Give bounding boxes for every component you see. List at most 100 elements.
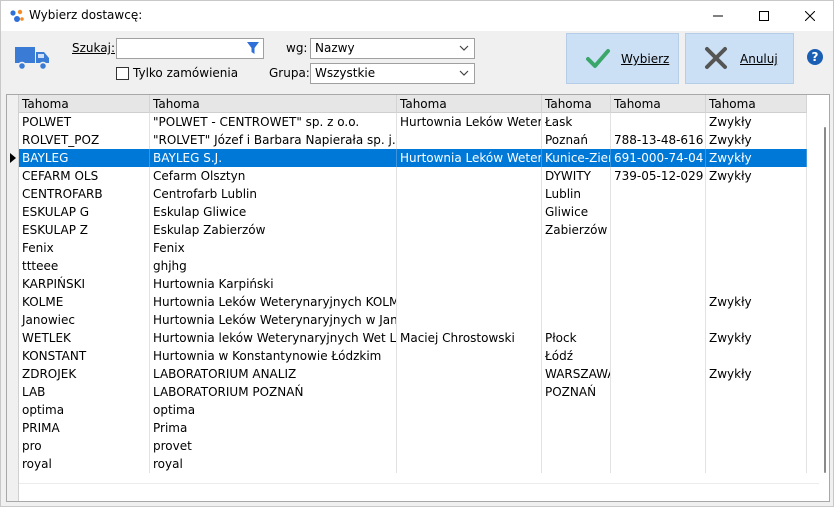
table-cell: Hurtownia Leków Weterynaryjnych KOLME [150, 293, 397, 311]
table-row[interactable]: KOLME Hurtownia Leków Weterynaryjnych KOL… [19, 293, 807, 311]
table-cell: KARPIŃSKI [19, 275, 150, 293]
by-label: wg: [286, 41, 308, 55]
table-row[interactable]: KARPIŃSKI Hurtownia Karpiński [19, 275, 807, 293]
column-header[interactable]: Tahoma [19, 95, 150, 113]
sort-by-select[interactable]: Nazwy [310, 38, 475, 59]
minimize-button[interactable] [695, 1, 741, 31]
table-cell [397, 365, 542, 383]
table-row[interactable]: ttteee ghjhg [19, 257, 807, 275]
table-row[interactable]: Janowiec Hurtownia Leków Weterynaryjnych … [19, 311, 807, 329]
table-row[interactable]: POLWET "POLWET - CENTROWET" sp. z o.o. Hur… [19, 113, 807, 131]
table-cell: CENTROFARB [19, 185, 150, 203]
table-cell [542, 257, 611, 275]
table-cell: Hurtownia Leków Weterynaryjnych w Janowc… [150, 311, 397, 329]
cancel-button[interactable]: Anuluj [685, 33, 794, 84]
table-cell [706, 383, 807, 401]
table-cell: Zwykły [706, 167, 807, 185]
vertical-scrollbar[interactable] [819, 113, 829, 483]
only-orders-checkbox[interactable] [116, 67, 129, 80]
table-cell [611, 185, 706, 203]
table-cell: POLWET [19, 113, 150, 131]
table-cell: ghjhg [150, 257, 397, 275]
table-cell [611, 365, 706, 383]
column-header[interactable]: Tahoma [706, 95, 807, 113]
table-cell: Gliwice [542, 203, 611, 221]
table-cell: royal [19, 455, 150, 473]
cancel-button-label: Anuluj [740, 52, 778, 66]
table-cell [397, 185, 542, 203]
table-cell: Fenix [150, 239, 397, 257]
table-cell [542, 455, 611, 473]
table-row[interactable]: ESKULAP G Eskulap Gliwice Gliwice [19, 203, 807, 221]
table-cell [397, 311, 542, 329]
table-row[interactable]: pro provet [19, 437, 807, 455]
table-cell: Maciej Chrostowski [397, 329, 542, 347]
table-row[interactable]: optima optima [19, 401, 807, 419]
table-cell [706, 275, 807, 293]
table-cell: Lublin [542, 185, 611, 203]
column-header[interactable]: Tahoma [150, 95, 397, 113]
group-select[interactable]: Wszystkie [310, 63, 475, 84]
table-row[interactable]: royal royal [19, 455, 807, 473]
maximize-icon [759, 11, 769, 21]
table-cell [706, 221, 807, 239]
table-cell: BAYLEG [19, 149, 150, 167]
table-cell [542, 419, 611, 437]
table-row[interactable]: PRIMA Prima [19, 419, 807, 437]
table-cell [397, 383, 542, 401]
scrollbar-thumb[interactable] [824, 127, 826, 473]
table-cell [706, 347, 807, 365]
table-cell [611, 203, 706, 221]
table-cell: LABORATORIUM ANALIZ [150, 365, 397, 383]
sort-by-value: Nazwy [315, 41, 355, 55]
table-cell [611, 383, 706, 401]
supplier-grid[interactable]: Tahoma Tahoma Tahoma Tahoma Tahoma Tahom… [6, 94, 830, 502]
table-cell: Hurtownia w Konstantynowie Łódzkim [150, 347, 397, 365]
table-cell: WETLEK [19, 329, 150, 347]
table-cell: KONSTANT [19, 347, 150, 365]
grid-header: Tahoma Tahoma Tahoma Tahoma Tahoma Tahom… [19, 95, 807, 113]
table-cell: 739-05-12-029 [611, 167, 706, 185]
table-row[interactable]: ZDROJEK LABORATORIUM ANALIZ WARSZAWA Zwykły [19, 365, 807, 383]
table-row[interactable]: BAYLEGBAYLEG S.J.Hurtownia Leków Weteryn… [19, 149, 807, 167]
table-cell: royal [150, 455, 397, 473]
table-cell: LABORATORIUM POZNAŃ [150, 383, 397, 401]
table-cell: "POLWET - CENTROWET" sp. z o.o. [150, 113, 397, 131]
table-cell: Zwykły [706, 149, 807, 167]
close-button[interactable] [787, 1, 833, 31]
search-field[interactable] [116, 38, 264, 59]
current-row-arrow-icon [10, 153, 16, 163]
table-cell: BAYLEG S.J. [150, 149, 397, 167]
filter-icon[interactable] [246, 41, 260, 56]
table-cell [542, 293, 611, 311]
horizontal-scrollbar[interactable] [19, 483, 819, 501]
supplier-dialog: Wybierz dostawcę: Szukaj: Tylko zamówien… [0, 0, 834, 507]
table-cell [542, 311, 611, 329]
table-row[interactable]: WETLEK Hurtownia leków Weterynaryjnych We… [19, 329, 807, 347]
table-row[interactable]: CEFARM OLS Cefarm Olsztyn DYWITY 739-05-12-… [19, 167, 807, 185]
table-row[interactable]: ROLVET_POZ "ROLVET" Józef i Barbara Napie… [19, 131, 807, 149]
table-cell: Płock [542, 329, 611, 347]
table-row[interactable]: KONSTANT Hurtownia w Konstantynowie Łódzk… [19, 347, 807, 365]
table-row[interactable]: CENTROFARB Centrofarb Lublin Lublin [19, 185, 807, 203]
maximize-button[interactable] [741, 1, 787, 31]
window-title: Wybierz dostawcę: [29, 8, 143, 22]
minimize-icon [713, 15, 723, 17]
table-cell [611, 239, 706, 257]
table-cell: Hurtownia Leków Weterynaryjnych [397, 113, 542, 131]
column-header[interactable]: Tahoma [542, 95, 611, 113]
table-row[interactable]: ESKULAP Z Eskulap Zabierzów Zabierzów [19, 221, 807, 239]
table-cell [611, 293, 706, 311]
search-input[interactable] [117, 39, 241, 58]
help-icon[interactable]: ? [807, 49, 823, 65]
column-header[interactable]: Tahoma [611, 95, 706, 113]
title-bar[interactable]: Wybierz dostawcę: [1, 1, 833, 31]
table-cell [397, 437, 542, 455]
column-header[interactable]: Tahoma [397, 95, 542, 113]
table-row[interactable]: LAB LABORATORIUM POZNAŃ POZNAŃ [19, 383, 807, 401]
table-cell [706, 401, 807, 419]
table-cell [397, 293, 542, 311]
table-cell [397, 275, 542, 293]
table-row[interactable]: Fenix Fenix [19, 239, 807, 257]
select-button[interactable]: Wybierz [566, 33, 679, 84]
